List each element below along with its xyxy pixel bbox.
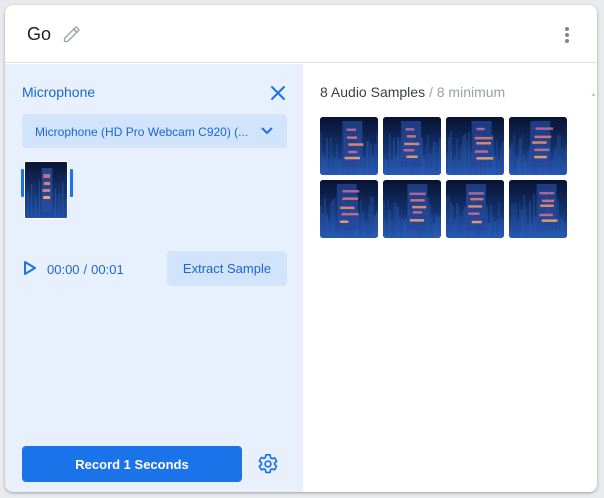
playback-separator: /	[83, 262, 88, 277]
recorder-panel: Microphone Microphone (HD Pro Webcam C92…	[5, 64, 303, 492]
play-icon[interactable]	[23, 260, 37, 276]
class-name[interactable]: Go	[27, 24, 51, 45]
playback-duration: 00:01	[91, 262, 124, 277]
samples-title: 8 Audio Samples / 8 minimum	[320, 84, 505, 100]
samples-grid	[320, 117, 570, 238]
recorder-title: Microphone	[22, 84, 96, 100]
extract-sample-button[interactable]: Extract Sample	[167, 251, 287, 286]
audio-sample-thumbnail[interactable]	[383, 180, 441, 238]
recording-preview	[21, 159, 73, 221]
samples-count: 8 Audio Samples	[320, 84, 426, 100]
chevron-down-icon	[261, 127, 273, 135]
audio-sample-thumbnail[interactable]	[383, 117, 441, 175]
recording-spectrogram	[24, 161, 68, 219]
audio-sample-thumbnail[interactable]	[509, 180, 567, 238]
close-icon[interactable]	[270, 85, 286, 101]
microphone-select-value: Microphone (HD Pro Webcam C920) (...	[35, 125, 249, 139]
gear-icon[interactable]	[257, 453, 279, 475]
more-vert-icon[interactable]	[561, 25, 573, 45]
audio-sample-thumbnail[interactable]	[446, 180, 504, 238]
samples-panel: 8 Audio Samples / 8 minimum	[303, 64, 597, 492]
record-button[interactable]: Record 1 Seconds	[22, 446, 242, 482]
audio-sample-thumbnail[interactable]	[320, 180, 378, 238]
trim-handle-right[interactable]	[70, 169, 73, 197]
playback-time: 00:00/00:01	[47, 262, 124, 277]
card-header: Go	[5, 5, 597, 63]
samples-minimum: / 8 minimum	[428, 84, 506, 100]
audio-sample-thumbnail[interactable]	[320, 117, 378, 175]
microphone-select[interactable]: Microphone (HD Pro Webcam C920) (...	[22, 114, 287, 148]
playback-current-time: 00:00	[47, 262, 80, 277]
scroll-indicator	[591, 93, 596, 96]
pencil-icon[interactable]	[62, 24, 82, 44]
audio-sample-thumbnail[interactable]	[509, 117, 567, 175]
audio-sample-thumbnail[interactable]	[446, 117, 504, 175]
audio-class-card: Go Microphone Microphone (HD Pro Webcam …	[5, 5, 597, 492]
